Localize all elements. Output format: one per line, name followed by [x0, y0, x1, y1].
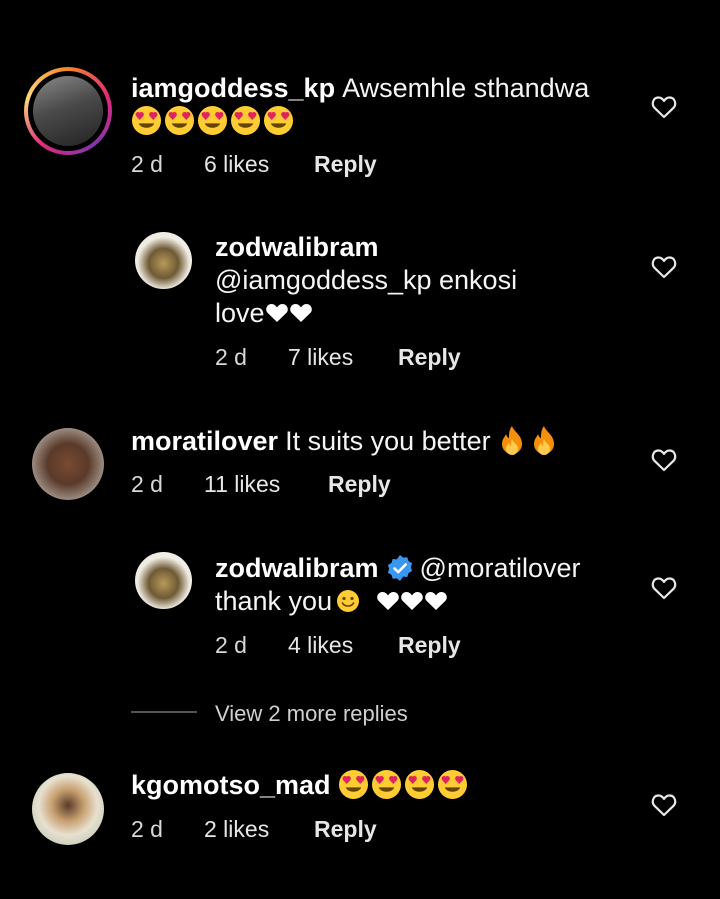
- reply-button[interactable]: Reply: [314, 151, 377, 178]
- likes-count[interactable]: 6 likes: [204, 151, 269, 178]
- likes-count[interactable]: 7 likes: [288, 344, 353, 371]
- avatar[interactable]: [135, 232, 192, 289]
- avatar[interactable]: [32, 428, 104, 500]
- avatar[interactable]: [32, 773, 104, 845]
- time: 2 d: [131, 816, 163, 842]
- comment-text: kgomotso_mad: [131, 769, 631, 802]
- black-heart-emoji: [265, 303, 289, 323]
- time: 2 d: [215, 632, 247, 658]
- avatar[interactable]: [135, 552, 192, 609]
- black-heart-emoji: [400, 591, 424, 611]
- view-more-replies-button[interactable]: View 2 more replies: [215, 701, 408, 727]
- heart-eyes-emoji: [164, 105, 195, 136]
- username[interactable]: iamgoddess_kp: [131, 73, 335, 103]
- username[interactable]: kgomotso_mad: [131, 770, 331, 800]
- comment-text: iamgoddess_kp Awsemhle sthandwa: [131, 72, 621, 138]
- heart-eyes-emoji: [263, 105, 294, 136]
- fire-emoji: [501, 425, 523, 455]
- heart-outline-icon[interactable]: [651, 95, 677, 119]
- black-heart-emoji: [424, 591, 448, 611]
- username[interactable]: moratilover: [131, 426, 278, 456]
- view-more-divider: [131, 711, 197, 713]
- black-heart-emoji: [376, 591, 400, 611]
- heart-outline-icon[interactable]: [651, 793, 677, 817]
- comment-text: moratilover It suits you better: [131, 425, 631, 458]
- heart-eyes-emoji: [230, 105, 261, 136]
- username[interactable]: zodwalibram: [215, 232, 379, 262]
- time: 2 d: [131, 151, 163, 177]
- heart-eyes-emoji: [371, 769, 402, 800]
- avatar[interactable]: [33, 76, 103, 146]
- fire-emoji: [533, 425, 555, 455]
- heart-eyes-emoji: [404, 769, 435, 800]
- likes-count[interactable]: 4 likes: [288, 632, 353, 659]
- heart-eyes-emoji: [197, 105, 228, 136]
- verified-badge-icon: [387, 555, 412, 581]
- black-heart-emoji: [289, 303, 313, 323]
- reply-button[interactable]: Reply: [314, 816, 377, 843]
- heart-outline-icon[interactable]: [651, 255, 677, 279]
- heart-eyes-emoji: [437, 769, 468, 800]
- reply-button[interactable]: Reply: [398, 344, 461, 371]
- heart-outline-icon[interactable]: [651, 448, 677, 472]
- heart-eyes-emoji: [131, 105, 162, 136]
- likes-count[interactable]: 11 likes: [204, 471, 280, 498]
- time: 2 d: [215, 344, 247, 370]
- time: 2 d: [131, 471, 163, 497]
- comment-text: zodwalibram @moratilover thank you: [215, 553, 581, 616]
- username[interactable]: zodwalibram: [215, 553, 379, 583]
- heart-eyes-emoji: [338, 769, 369, 800]
- reply-button[interactable]: Reply: [398, 632, 461, 659]
- smile-emoji: [336, 589, 360, 613]
- reply-button[interactable]: Reply: [328, 471, 391, 498]
- heart-outline-icon[interactable]: [651, 576, 677, 600]
- likes-count[interactable]: 2 likes: [204, 816, 269, 843]
- comment-text: zodwalibram @iamgoddess_kp enkosi love: [215, 232, 518, 328]
